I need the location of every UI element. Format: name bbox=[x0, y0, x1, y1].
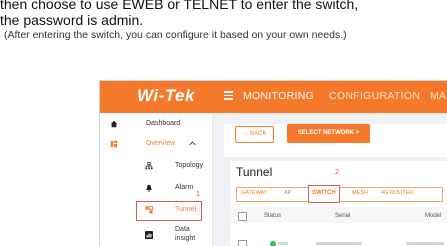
tab-mesh[interactable]: MESH bbox=[352, 190, 368, 196]
sidebar: Dashboard Overview Topology Alarm Tunnel… bbox=[100, 113, 213, 246]
sidebar-item-data-insight[interactable]: Data insight bbox=[100, 225, 212, 246]
select-network-button[interactable]: SELECT NETWORK > bbox=[287, 124, 370, 143]
select-all-checkbox[interactable] bbox=[238, 212, 247, 221]
overview-icon bbox=[110, 140, 118, 148]
nav-maintenance[interactable]: MA bbox=[430, 90, 446, 102]
sidebar-item-label-line2: insight bbox=[175, 235, 196, 242]
app-screenshot: Wi-Tek MONITORING CONFIGURATION MA Dashb… bbox=[99, 80, 447, 246]
nav-monitoring[interactable]: MONITORING bbox=[243, 90, 314, 102]
instruction-note: (After entering the switch, you can conf… bbox=[4, 29, 347, 41]
sidebar-item-label: Overview bbox=[146, 140, 176, 147]
online-status-icon bbox=[270, 241, 276, 246]
instruction-line-2: the password is admin. bbox=[0, 12, 144, 28]
tab-4g-router[interactable]: 4G ROUTER bbox=[381, 190, 413, 196]
tab-ap[interactable]: AP bbox=[284, 190, 291, 196]
sidebar-item-overview[interactable]: Overview bbox=[100, 137, 212, 153]
nav-configuration[interactable]: CONFIGURATION bbox=[329, 90, 420, 102]
bell-icon bbox=[146, 184, 152, 192]
back-button[interactable]: ← BACK bbox=[235, 126, 274, 143]
chart-icon bbox=[145, 231, 153, 239]
home-icon bbox=[110, 120, 118, 128]
row-checkbox[interactable] bbox=[238, 240, 247, 246]
tab-gateway[interactable]: GATEWAY bbox=[241, 190, 267, 196]
sidebar-item-dashboard[interactable]: Dashboard bbox=[100, 117, 212, 133]
sidebar-item-label: Dashboard bbox=[146, 120, 181, 127]
step-2-marker: 2 bbox=[335, 169, 339, 176]
step-1-marker: 1 bbox=[196, 191, 200, 198]
top-bar: Wi-Tek MONITORING CONFIGURATION MA bbox=[100, 81, 447, 113]
sidebar-item-label: Topology bbox=[175, 162, 204, 169]
sidebar-item-topology[interactable]: Topology bbox=[100, 159, 212, 175]
instruction-line-1: then choose to use EWEB or TELNET to ent… bbox=[0, 0, 359, 12]
column-header-serial: Serial bbox=[335, 213, 351, 219]
tab-switch[interactable]: SWITCH bbox=[308, 185, 340, 203]
column-header-status: Status bbox=[264, 213, 282, 219]
chevron-up-icon[interactable] bbox=[189, 141, 196, 146]
brand-logo[interactable]: Wi-Tek bbox=[137, 86, 195, 106]
column-header-model: Model bbox=[425, 213, 442, 219]
tunnel-highlight-box bbox=[136, 201, 202, 221]
hamburger-menu-icon[interactable] bbox=[224, 91, 233, 100]
tab-switch-label: SWITCH bbox=[312, 190, 336, 196]
page-title: Tunnel bbox=[236, 165, 273, 179]
sidebar-item-label: Alarm bbox=[175, 184, 194, 191]
sidebar-item-label: Data bbox=[175, 226, 190, 233]
topology-icon bbox=[145, 162, 153, 170]
